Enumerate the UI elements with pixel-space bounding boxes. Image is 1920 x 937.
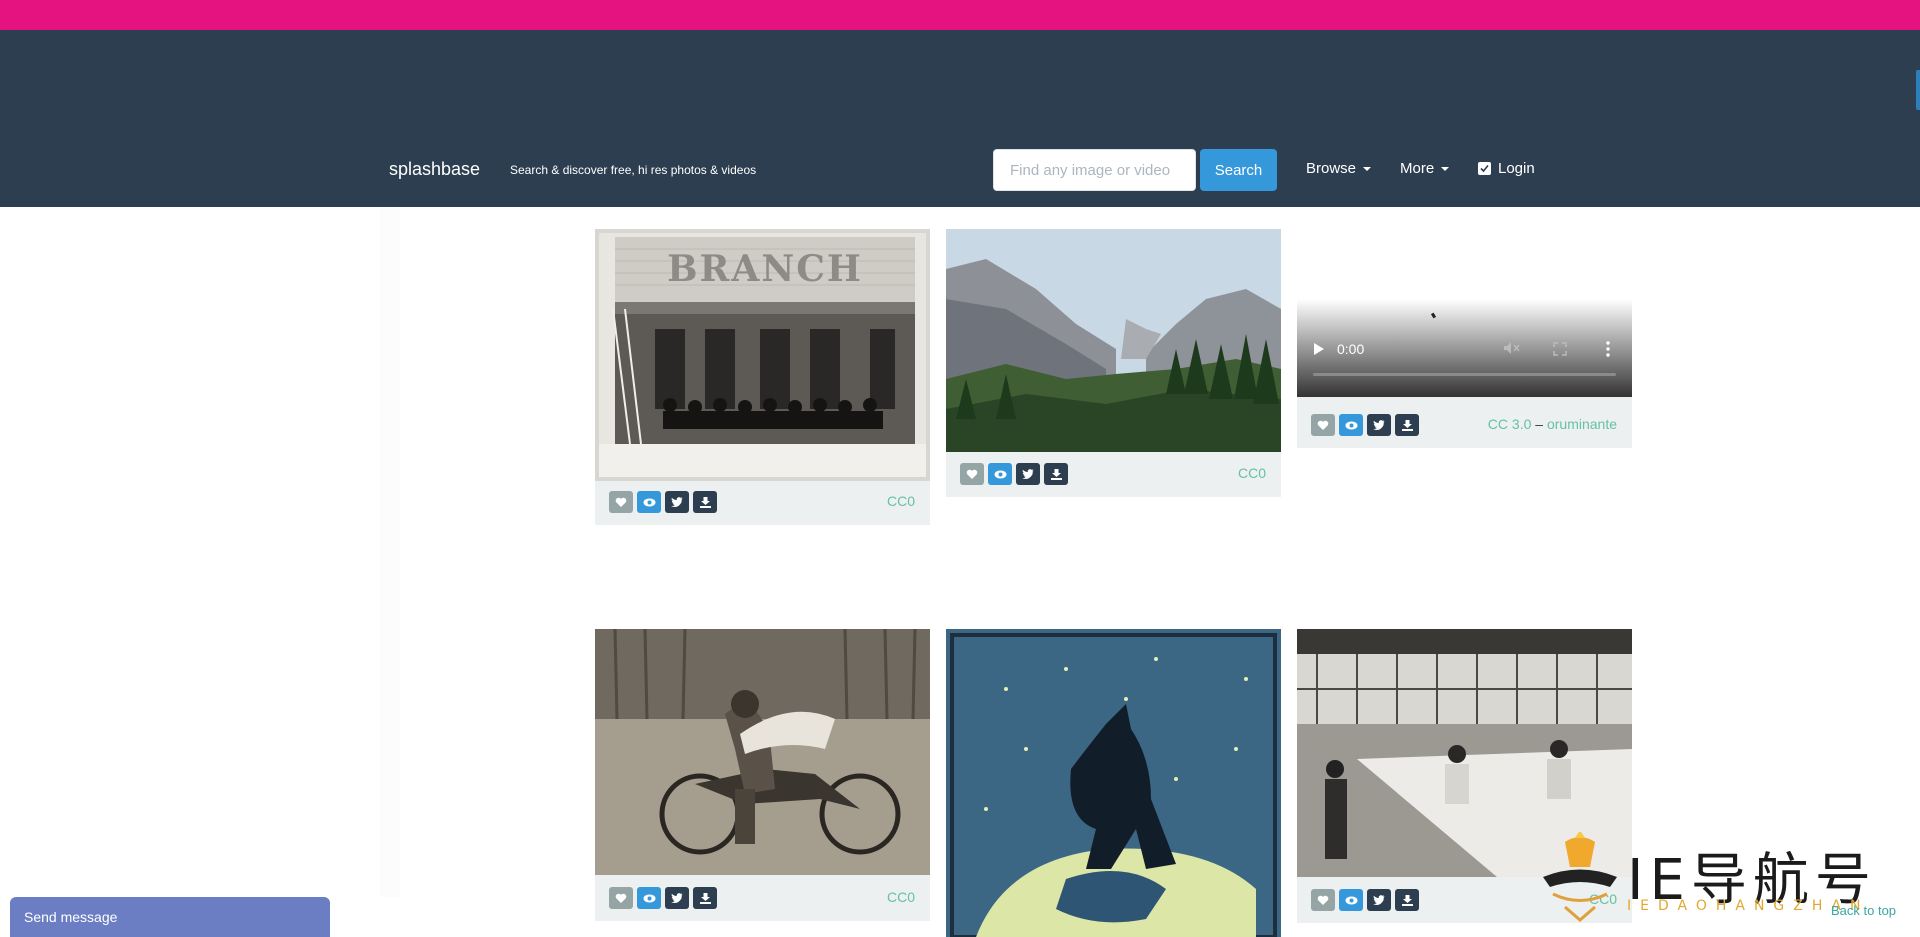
view-button[interactable] — [988, 463, 1012, 485]
search-input[interactable] — [993, 149, 1196, 191]
card-footer: CC 3.0 – oruminante — [1297, 402, 1632, 448]
download-icon — [1401, 894, 1413, 906]
media-card — [946, 629, 1281, 937]
more-options-icon[interactable] — [1606, 341, 1610, 357]
media-card: CC0 — [595, 629, 930, 921]
browse-menu[interactable]: Browse — [1306, 160, 1372, 177]
download-button[interactable] — [693, 491, 717, 513]
login-label: Login — [1498, 160, 1535, 177]
eye-icon — [1345, 421, 1357, 429]
search-button[interactable]: Search — [1200, 149, 1277, 191]
media-card: CC0 — [946, 229, 1281, 497]
left-panel — [380, 207, 400, 897]
license-link[interactable]: CC0 — [887, 493, 915, 509]
heart-icon — [615, 893, 627, 903]
video-player[interactable]: 0:00 — [1297, 229, 1632, 397]
fullscreen-icon[interactable] — [1553, 342, 1567, 356]
twitter-icon — [671, 893, 683, 903]
like-button[interactable] — [609, 887, 633, 909]
heart-icon — [1317, 420, 1329, 430]
site-tagline: Search & discover free, hi res photos & … — [510, 163, 757, 177]
download-icon — [1050, 468, 1062, 480]
login-icon — [1478, 162, 1491, 175]
mute-icon[interactable] — [1503, 341, 1521, 355]
license-link[interactable]: CC0 — [1238, 465, 1266, 481]
eye-icon — [643, 498, 655, 506]
login-link[interactable]: Login — [1478, 160, 1535, 177]
license-separator: – — [1535, 416, 1544, 432]
card-footer: CC0 — [595, 875, 930, 921]
like-button[interactable] — [1311, 889, 1335, 911]
media-thumbnail[interactable] — [946, 229, 1281, 452]
license-link[interactable]: CC 3.0 — [1488, 416, 1532, 432]
twitter-icon — [1373, 895, 1385, 905]
download-button[interactable] — [1395, 889, 1419, 911]
twitter-icon — [1373, 420, 1385, 430]
more-label: More — [1400, 160, 1435, 177]
video-controls: 0:00 — [1313, 341, 1364, 357]
watermark-logo-icon — [1543, 832, 1617, 922]
side-tab[interactable] — [1916, 70, 1920, 110]
twitter-icon — [1022, 469, 1034, 479]
download-icon — [699, 496, 711, 508]
like-button[interactable] — [1311, 414, 1335, 436]
brand-logo[interactable]: splashbase — [389, 159, 480, 180]
play-icon[interactable] — [1313, 342, 1325, 356]
view-button[interactable] — [637, 491, 661, 513]
back-to-top-link[interactable]: Back to top — [1831, 903, 1896, 918]
tweet-button[interactable] — [1367, 414, 1391, 436]
media-thumbnail[interactable] — [595, 629, 930, 875]
tweet-button[interactable] — [1367, 889, 1391, 911]
card-footer: CC0 — [946, 451, 1281, 497]
author-link[interactable]: oruminante — [1547, 416, 1617, 432]
media-thumbnail[interactable] — [946, 629, 1281, 937]
view-button[interactable] — [637, 887, 661, 909]
like-button[interactable] — [960, 463, 984, 485]
video-progress-bar[interactable] — [1313, 373, 1616, 376]
download-button[interactable] — [693, 887, 717, 909]
top-accent-bar — [0, 0, 1920, 30]
download-icon — [699, 892, 711, 904]
view-button[interactable] — [1339, 414, 1363, 436]
more-menu[interactable]: More — [1400, 160, 1450, 177]
view-button[interactable] — [1339, 889, 1363, 911]
download-button[interactable] — [1395, 414, 1419, 436]
license-info: CC 3.0 – oruminante — [1488, 416, 1617, 432]
license-link[interactable]: CC0 — [887, 889, 915, 905]
twitter-icon — [671, 497, 683, 507]
eye-icon — [1345, 896, 1357, 904]
download-button[interactable] — [1044, 463, 1068, 485]
branch-sign: BRANCH — [667, 248, 863, 290]
eye-icon — [643, 894, 655, 902]
heart-icon — [615, 497, 627, 507]
media-thumbnail[interactable]: BRANCH — [595, 229, 930, 481]
browse-label: Browse — [1306, 160, 1357, 177]
eye-icon — [994, 470, 1006, 478]
heart-icon — [1317, 895, 1329, 905]
tweet-button[interactable] — [665, 491, 689, 513]
media-card: 0:00 CC 3.0 – oruminante — [1297, 229, 1632, 448]
heart-icon — [966, 469, 978, 479]
navbar — [0, 30, 1920, 207]
tweet-button[interactable] — [1016, 463, 1040, 485]
caret-down-icon — [1441, 166, 1450, 171]
video-time: 0:00 — [1337, 341, 1365, 357]
download-icon — [1401, 419, 1413, 431]
media-card: BRANCH CC0 — [595, 229, 930, 525]
tweet-button[interactable] — [665, 887, 689, 909]
like-button[interactable] — [609, 491, 633, 513]
caret-down-icon — [1363, 166, 1372, 171]
send-message-button[interactable]: Send message — [10, 897, 330, 937]
card-footer: CC0 — [595, 479, 930, 525]
